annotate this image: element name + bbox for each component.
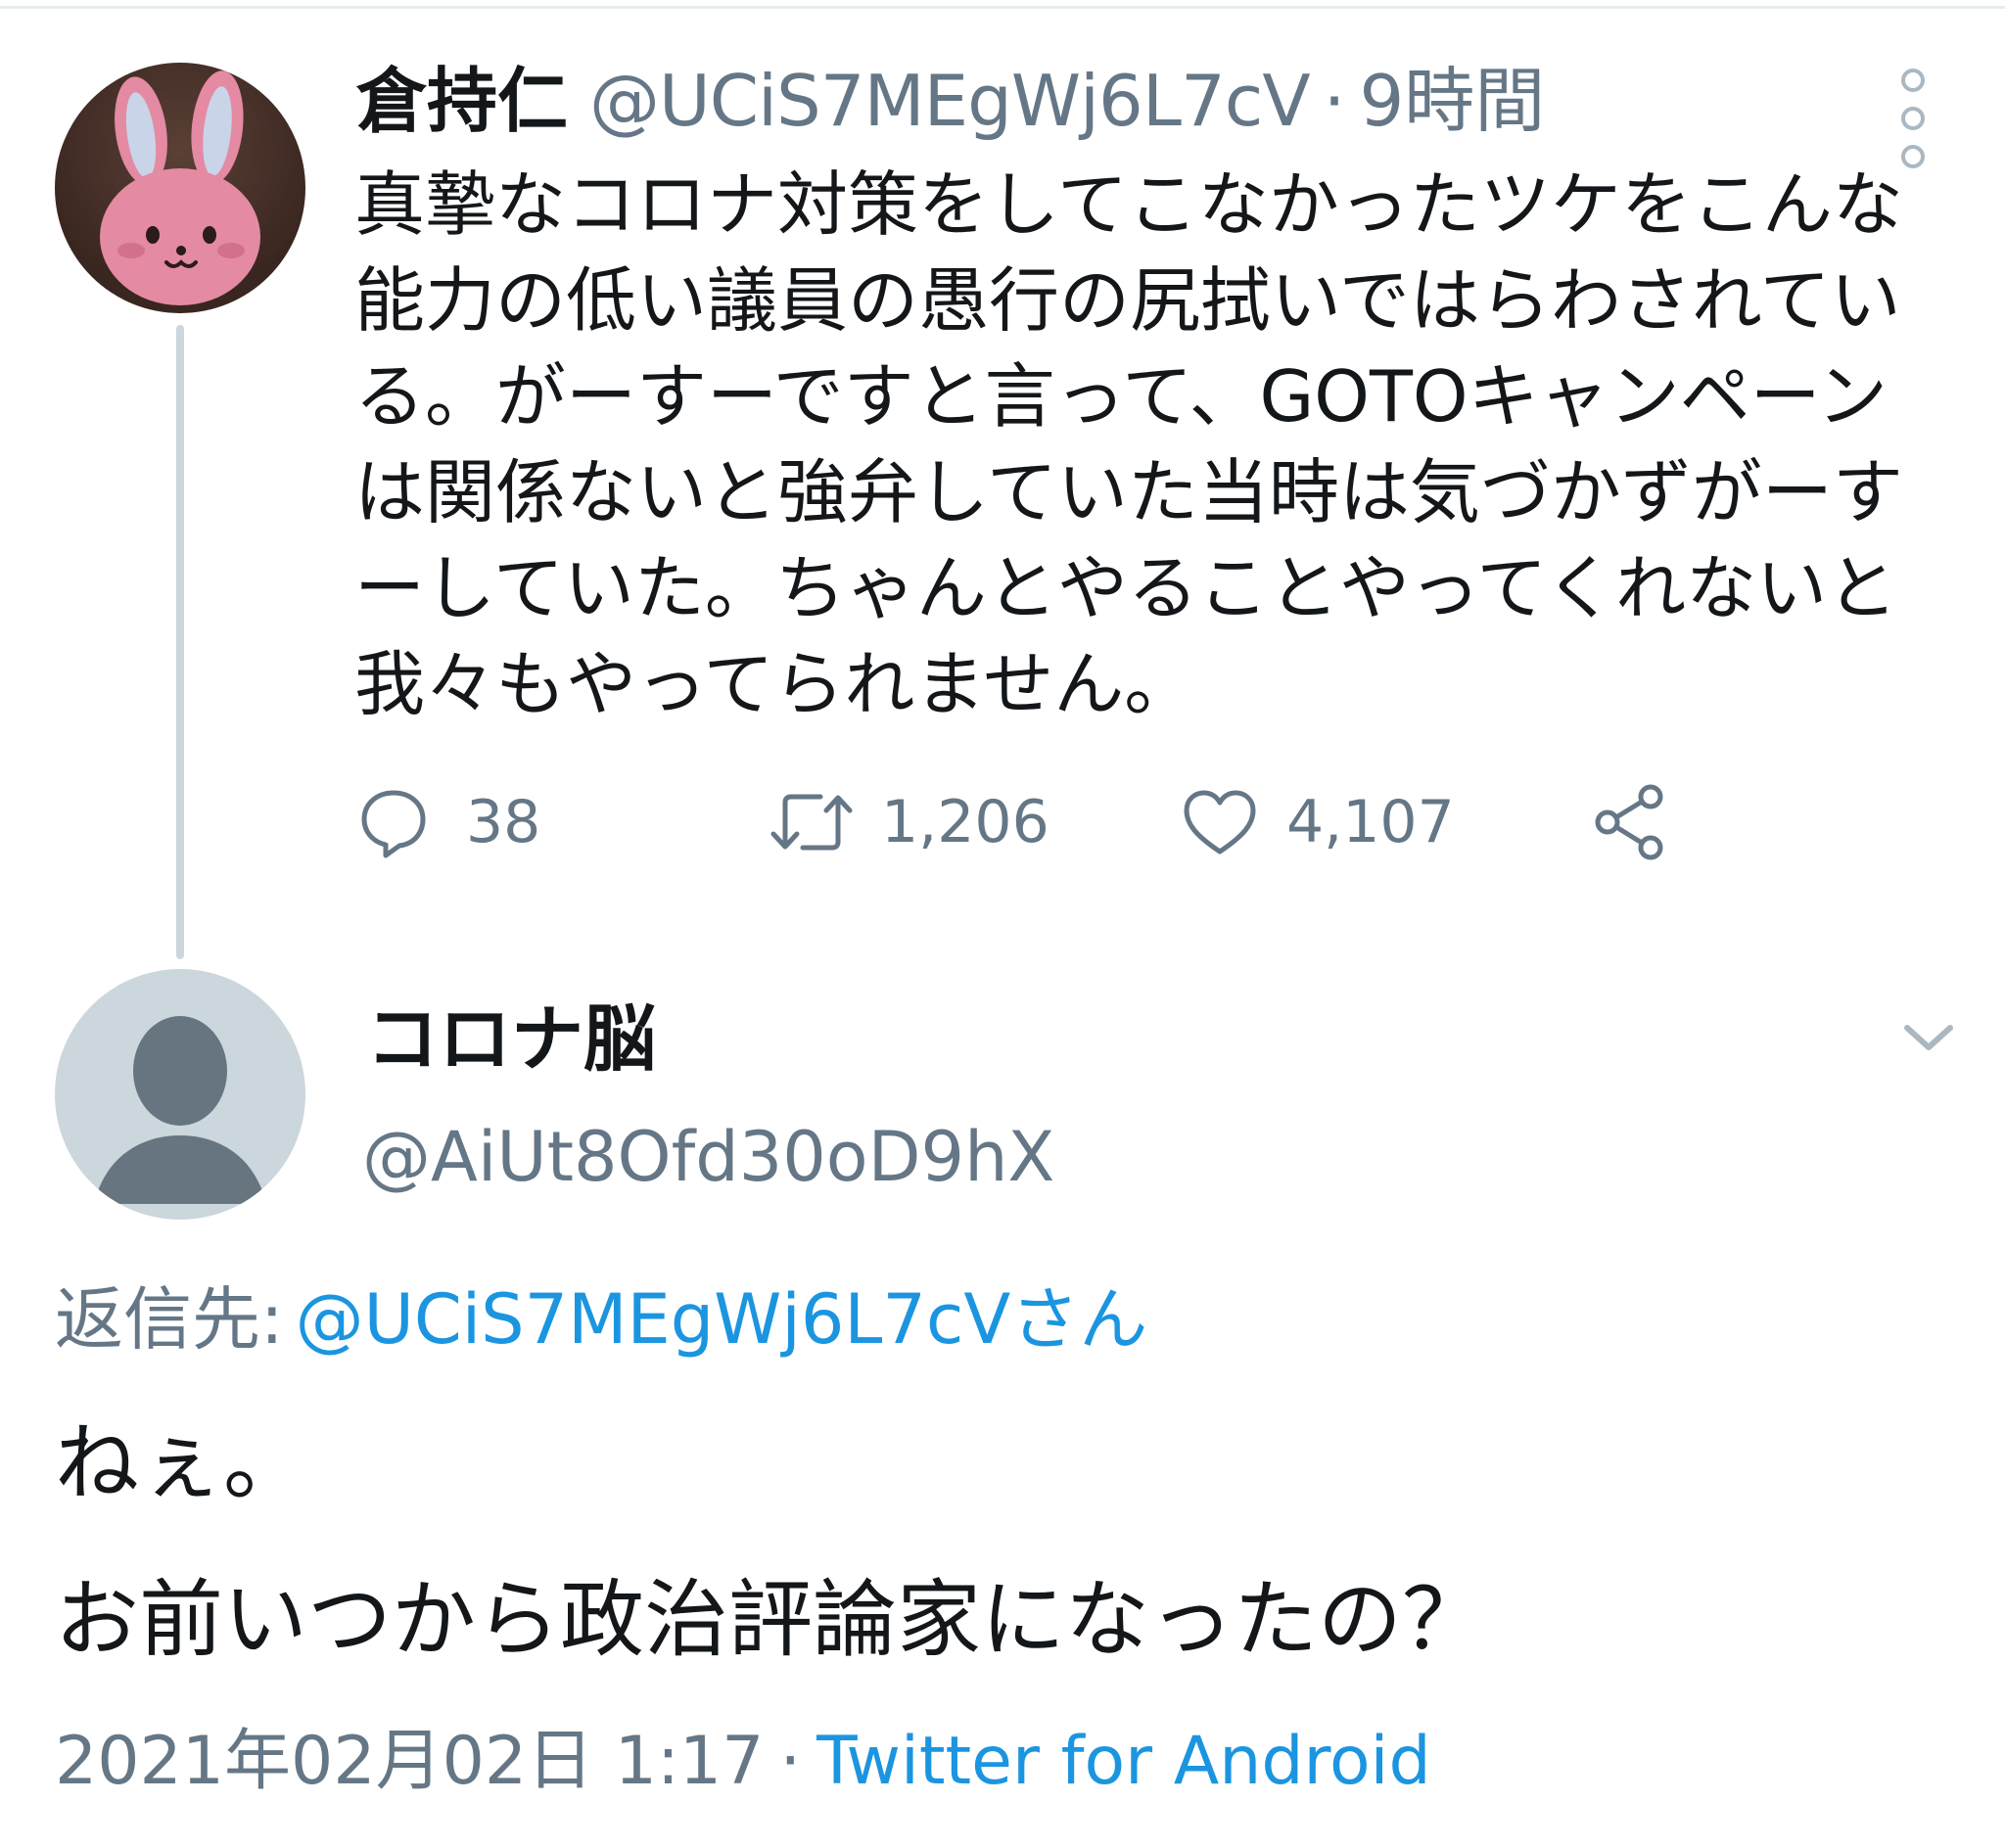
reply-to-line: 返信先: @UCiS7MEgWj6L7cVさん [55,1272,1147,1366]
parent-timestamp[interactable]: 9時間 [1359,57,1545,145]
reply-count: 38 [466,788,541,856]
tweet-thread: 倉持仁 @UCiS7MEgWj6L7cV · 9時間 真摯なコロナ対策をしてこな… [0,0,2005,1848]
heart-icon [1184,790,1256,855]
reply-to-label: 返信先: [55,1279,284,1360]
parent-handle[interactable]: @UCiS7MEgWj6L7cV [589,57,1311,145]
reply-handle[interactable]: @AiUt8Ofd30oD9hX [362,1110,1054,1204]
like-count: 4,107 [1286,788,1455,856]
reply-display-name[interactable]: コロナ脳 [366,991,656,1088]
default-user-avatar-icon [94,1016,266,1204]
parent-tweet-text: 真摯なコロナ対策をしてこなかったツケをこんな能力の低い議員の愚行の尻拭いではらわ… [354,163,1903,725]
reply-text-line-1: ねぇ。 [55,1414,307,1512]
parent-avatar[interactable] [55,63,305,313]
share-action[interactable] [1592,773,1670,871]
retweet-count: 1,206 [881,788,1049,856]
pink-rabbit-avatar-icon [100,70,260,305]
reply-bubble-icon [361,790,426,858]
reply-avatar[interactable] [55,969,305,1220]
thread-connector-line [176,325,184,959]
reply-to-link[interactable]: @UCiS7MEgWj6L7cVさん [296,1279,1148,1360]
chevron-down-icon[interactable] [1899,1018,1958,1057]
top-divider [0,6,2005,9]
tweet-date: 2021年02月02日 1:17 [55,1723,765,1800]
share-icon [1595,784,1663,860]
like-action[interactable]: 4,107 [1181,773,1455,871]
meta-separator: · [779,1723,802,1800]
parent-tweet-header: 倉持仁 @UCiS7MEgWj6L7cV · 9時間 [356,57,1545,145]
retweet-icon [770,794,853,851]
tweet-source-link[interactable]: Twitter for Android [816,1723,1431,1800]
reply-action[interactable]: 38 [356,773,540,871]
parent-display-name[interactable]: 倉持仁 [356,57,568,145]
tweet-metadata: 2021年02月02日 1:17 · Twitter for Android [55,1715,1431,1809]
retweet-action[interactable]: 1,206 [768,773,1049,871]
tweet-actions: 38 1,206 4,107 [356,773,1727,871]
reply-text-line-2: お前いつから政治評論家になったの？ [55,1571,1486,1669]
header-separator: · [1323,60,1346,142]
